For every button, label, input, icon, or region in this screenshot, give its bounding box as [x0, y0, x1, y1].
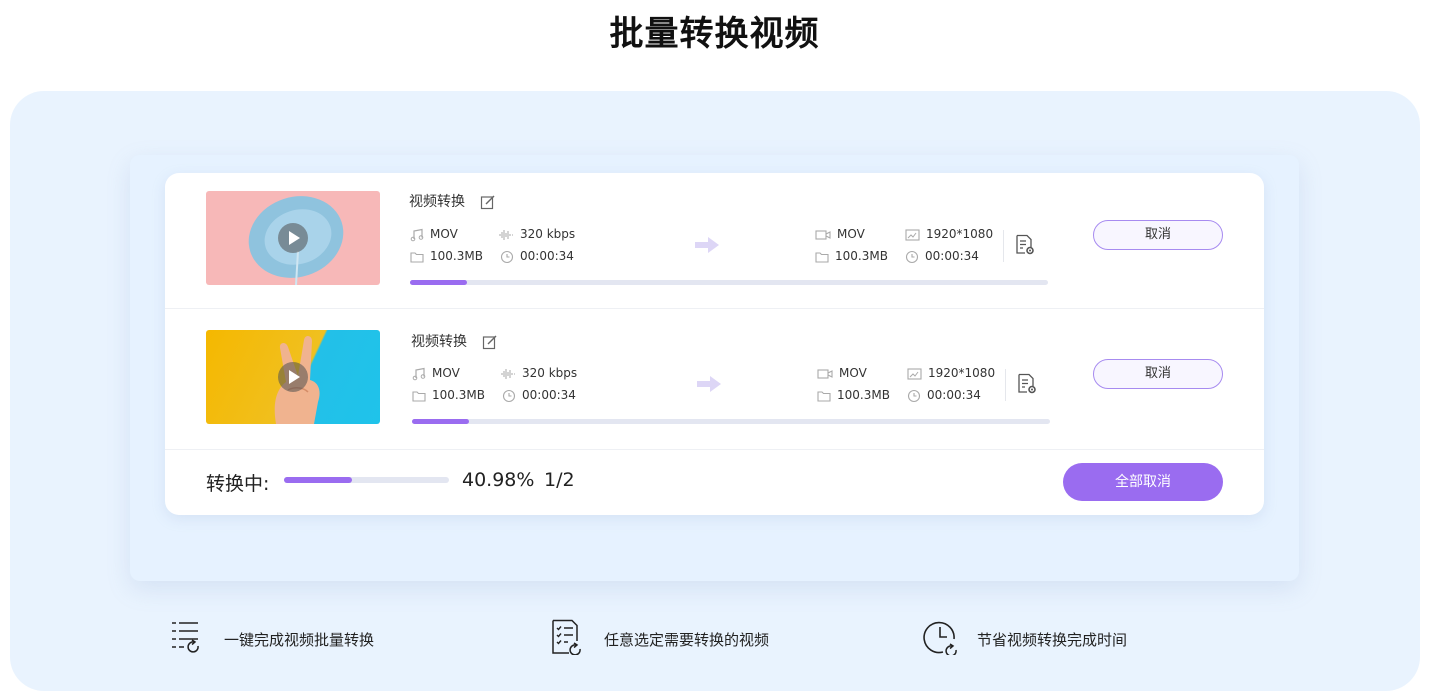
task-name: 视频转换 [411, 334, 467, 350]
source-format: MOV [410, 227, 458, 242]
source-duration: 00:00:34 [500, 249, 574, 264]
target-duration: 00:00:34 [907, 388, 981, 403]
converting-label: 转换中: [206, 473, 270, 495]
clock-icon [905, 250, 919, 263]
video-camera-icon [815, 229, 831, 240]
task-name: 视频转换 [409, 194, 465, 210]
music-note-icon [410, 228, 424, 241]
overall-progress-row: 转换中: 40.98% 1/2 全部取消 [165, 451, 1264, 515]
overall-percent: 40.98% [462, 469, 535, 491]
cancel-button[interactable]: 取消 [1093, 359, 1223, 389]
feature-text: 节省视频转换完成时间 [977, 631, 1128, 649]
feature-text: 任意选定需要转换的视频 [604, 631, 770, 649]
divider [1005, 369, 1006, 401]
folder-icon [410, 251, 424, 263]
target-size: 100.3MB [815, 249, 888, 263]
target-duration: 00:00:34 [905, 249, 979, 264]
convert-arrow-icon [695, 237, 719, 253]
checklist-doc-icon [552, 619, 581, 655]
clock-icon [502, 389, 516, 402]
convert-arrow-icon [697, 376, 721, 392]
task-progress-fill [410, 280, 468, 285]
audio-wave-icon [501, 368, 515, 379]
target-resolution: 1920*1080 [905, 227, 993, 241]
task-progress-bar [410, 280, 1048, 285]
overall-progress-bar [284, 477, 449, 483]
page-title: 批量转换视频 [609, 14, 820, 54]
output-settings-icon[interactable] [1016, 373, 1038, 395]
edit-icon[interactable] [480, 194, 496, 210]
target-format: MOV [817, 366, 867, 380]
feature-text: 一键完成视频批量转换 [224, 631, 375, 649]
list-refresh-icon [172, 622, 199, 653]
resolution-icon [905, 228, 920, 241]
file-count: 1/2 [544, 469, 575, 491]
target-size: 100.3MB [817, 388, 890, 402]
video-camera-icon [817, 368, 833, 379]
cancel-button[interactable]: 取消 [1093, 220, 1223, 250]
overall-progress-fill [284, 477, 352, 483]
clock-icon [907, 389, 921, 402]
output-settings-icon[interactable] [1014, 234, 1036, 256]
divider [1003, 230, 1004, 262]
task-row: 视频转换 MOV 320 kbps 100.3MB 00:00:34 MOV 1… [165, 310, 1264, 450]
source-duration: 00:00:34 [502, 388, 576, 403]
folder-icon [817, 390, 831, 402]
source-size: 100.3MB [410, 249, 483, 263]
video-thumbnail[interactable] [206, 330, 380, 424]
play-icon[interactable] [278, 362, 308, 392]
task-progress-fill [412, 419, 470, 424]
source-bitrate: 320 kbps [498, 227, 575, 242]
task-progress-bar [412, 419, 1050, 424]
clock-refresh-icon [923, 621, 957, 655]
play-icon[interactable] [278, 223, 308, 253]
source-format: MOV [412, 366, 460, 381]
cancel-all-button[interactable]: 全部取消 [1063, 463, 1223, 501]
resolution-icon [907, 367, 922, 380]
music-note-icon [412, 367, 426, 380]
clock-icon [500, 250, 514, 263]
task-row: 视频转换 MOV 320 kbps 100.3MB 00:00:34 MOV 1… [165, 173, 1264, 309]
conversion-list-card: 视频转换 MOV 320 kbps 100.3MB 00:00:34 MOV 1… [165, 173, 1264, 515]
audio-wave-icon [499, 229, 513, 240]
source-size: 100.3MB [412, 388, 485, 402]
target-resolution: 1920*1080 [907, 366, 995, 380]
edit-icon[interactable] [482, 334, 498, 350]
video-thumbnail[interactable] [206, 191, 380, 285]
folder-icon [815, 251, 829, 263]
folder-icon [412, 390, 426, 402]
source-bitrate: 320 kbps [500, 366, 577, 381]
target-format: MOV [815, 227, 865, 241]
